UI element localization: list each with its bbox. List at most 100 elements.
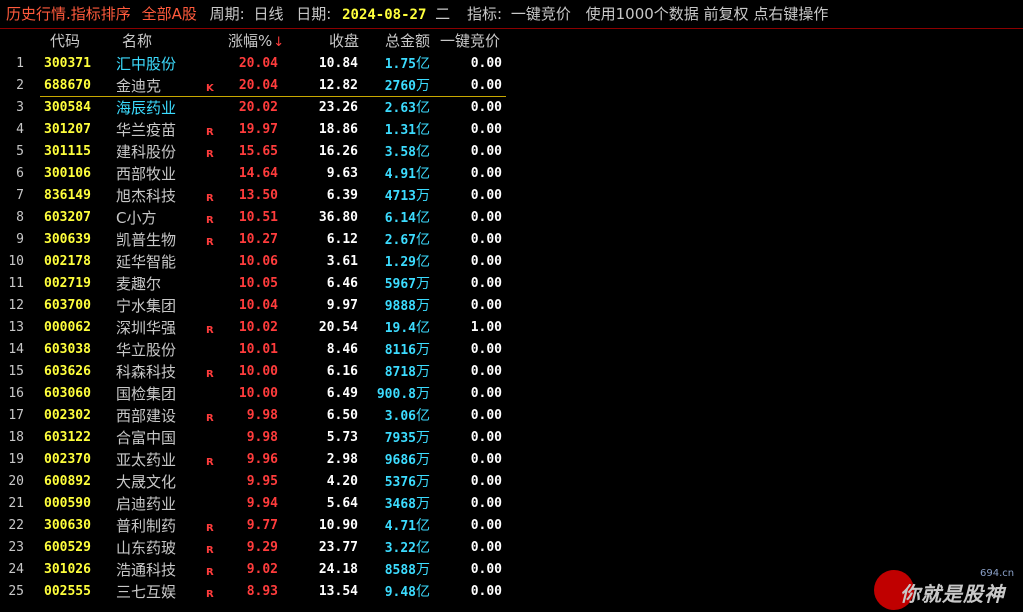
date-label: 日期: <box>296 5 332 23</box>
stock-code: 002302 <box>44 408 91 423</box>
table-row[interactable]: 12 603700 宁水集团 10.04 9.97 9888万 0.00 <box>0 295 1023 317</box>
table-row[interactable]: 10 002178 延华智能 10.06 3.61 1.29亿 0.00 <box>0 251 1023 273</box>
stock-name: C小方 <box>116 209 157 227</box>
period-value[interactable]: 日线 <box>253 0 283 28</box>
amount-unit: 万 <box>416 562 430 578</box>
col-change-label: 涨幅% <box>228 32 273 50</box>
auction-value: 0.00 <box>470 584 502 599</box>
stock-name: 西部牧业 <box>116 165 177 183</box>
table-row[interactable]: 5 301115 建科股份 R 15.65 16.26 3.58亿 0.00 <box>0 141 1023 163</box>
table-row[interactable]: 8 603207 C小方 R 10.51 36.80 6.14亿 0.00 <box>0 207 1023 229</box>
info-text: 使用1000个数据 前复权 点右键操作 <box>585 5 829 23</box>
table-row[interactable]: 13 000062 深圳华强 R 10.02 20.54 19.4亿 1.00 <box>0 317 1023 339</box>
col-name[interactable]: 名称 <box>122 30 152 52</box>
row-index: 22 <box>8 518 24 533</box>
stock-table: 1 300371 汇中股份 20.04 10.84 1.75亿 0.00 2 688670 金迪克… <box>0 53 1023 612</box>
amount-value: 9.48 <box>384 585 416 600</box>
col-auction[interactable]: 一键竞价 <box>440 30 500 52</box>
amount-unit: 万 <box>416 496 430 512</box>
row-index: 25 <box>8 584 24 599</box>
table-row[interactable]: 4 301207 华兰疫苗 R 19.97 18.86 1.31亿 0.00 <box>0 119 1023 141</box>
column-header: 代码 名称 涨幅%↓ 收盘 总金额 一键竞价 <box>0 30 1023 52</box>
change-pct: 9.02 <box>246 562 278 577</box>
close-price: 4.20 <box>326 474 358 489</box>
auction-value: 0.00 <box>470 122 502 137</box>
change-pct: 10.01 <box>238 342 278 357</box>
row-index: 17 <box>8 408 24 423</box>
table-row[interactable]: 21 000590 启迪药业 9.94 5.64 3468万 0.00 <box>0 493 1023 515</box>
amount-value: 3468 <box>384 497 416 512</box>
table-row[interactable]: 15 603626 科森科技 R 10.00 6.16 8718万 0.00 <box>0 361 1023 383</box>
amount-value: 3.06 <box>384 409 416 424</box>
amount-value: 3.22 <box>384 541 416 556</box>
sort-desc-icon: ↓ <box>273 35 285 50</box>
row-index: 19 <box>8 452 24 467</box>
change-pct: 10.00 <box>238 364 278 379</box>
total-amount: 2.67亿 <box>372 229 430 251</box>
amount-unit: 亿 <box>416 540 430 556</box>
table-row[interactable]: 6 300106 西部牧业 14.64 9.63 4.91亿 0.00 <box>0 163 1023 185</box>
amount-unit: 万 <box>416 474 430 490</box>
amount-unit: 万 <box>416 78 430 94</box>
stock-name: 麦趣尔 <box>116 275 162 293</box>
row-index: 6 <box>16 166 24 181</box>
total-amount: 9686万 <box>372 449 430 471</box>
table-row[interactable]: 9 300639 凯普生物 R 10.27 6.12 2.67亿 0.00 <box>0 229 1023 251</box>
change-pct: 14.64 <box>238 166 278 181</box>
table-row[interactable]: 7 836149 旭杰科技 R 13.50 6.39 4713万 0.00 <box>0 185 1023 207</box>
change-pct: 10.06 <box>238 254 278 269</box>
change-pct: 15.65 <box>238 144 278 159</box>
total-amount: 4.71亿 <box>372 515 430 537</box>
col-amount[interactable]: 总金额 <box>385 30 430 52</box>
table-row[interactable]: 23 600529 山东药玻 R 9.29 23.77 3.22亿 0.00 <box>0 537 1023 559</box>
change-pct: 9.98 <box>246 430 278 445</box>
col-close[interactable]: 收盘 <box>329 30 359 52</box>
amount-value: 4713 <box>384 189 416 204</box>
change-pct: 10.05 <box>238 276 278 291</box>
period-label: 周期: <box>209 5 245 23</box>
col-change[interactable]: 涨幅%↓ <box>228 30 284 54</box>
table-row[interactable]: 2 688670 金迪克 K 20.04 12.82 2760万 0.00 <box>0 75 1023 97</box>
table-row[interactable]: 11 002719 麦趣尔 10.05 6.46 5967万 0.00 <box>0 273 1023 295</box>
market-selector[interactable]: 全部A股 <box>142 0 197 28</box>
auction-value: 0.00 <box>470 562 502 577</box>
total-amount: 7935万 <box>372 427 430 449</box>
amount-unit: 万 <box>416 342 430 358</box>
table-row[interactable]: 19 002370 亚太药业 R 9.96 2.98 9686万 0.00 <box>0 449 1023 471</box>
table-row[interactable]: 1 300371 汇中股份 20.04 10.84 1.75亿 0.00 <box>0 53 1023 75</box>
table-row[interactable]: 16 603060 国检集团 10.00 6.49 900.8万 0.00 <box>0 383 1023 405</box>
stock-code: 603700 <box>44 298 91 313</box>
stock-code: 002178 <box>44 254 91 269</box>
stock-name: 深圳华强 <box>116 319 177 337</box>
total-amount: 3.22亿 <box>372 537 430 559</box>
date-value[interactable]: 2024-08-27 <box>342 1 426 28</box>
table-row[interactable]: 20 600892 大晟文化 9.95 4.20 5376万 0.00 <box>0 471 1023 493</box>
amount-unit: 亿 <box>416 232 430 248</box>
col-code[interactable]: 代码 <box>50 30 80 52</box>
change-pct: 10.02 <box>238 320 278 335</box>
amount-value: 5376 <box>384 475 416 490</box>
stock-code: 603122 <box>44 430 91 445</box>
stock-code: 301026 <box>44 562 91 577</box>
table-row[interactable]: 14 603038 华立股份 10.01 8.46 8116万 0.00 <box>0 339 1023 361</box>
auction-value: 0.00 <box>470 78 502 93</box>
close-price: 9.63 <box>326 166 358 181</box>
auction-value: 0.00 <box>470 386 502 401</box>
auction-value: 0.00 <box>470 452 502 467</box>
row-index: 7 <box>16 188 24 203</box>
stock-name: 凯普生物 <box>116 231 177 249</box>
table-row[interactable]: 3 300584 海辰药业 20.02 23.26 2.63亿 0.00 <box>0 97 1023 119</box>
amount-value: 4.91 <box>384 167 416 182</box>
stock-code: 688670 <box>44 78 91 93</box>
total-amount: 19.4亿 <box>372 317 430 339</box>
indicator-value[interactable]: 一键竞价 <box>511 0 571 28</box>
stock-name: 海辰药业 <box>116 99 177 117</box>
table-row[interactable]: 17 002302 西部建设 R 9.98 6.50 3.06亿 0.00 <box>0 405 1023 427</box>
stock-name: 建科股份 <box>116 143 177 161</box>
table-row[interactable]: 18 603122 合富中国 9.98 5.73 7935万 0.00 <box>0 427 1023 449</box>
stock-name: 亚太药业 <box>116 451 177 469</box>
auction-value: 0.00 <box>470 342 502 357</box>
amount-value: 19.4 <box>384 321 416 336</box>
table-row[interactable]: 22 300630 普利制药 R 9.77 10.90 4.71亿 0.00 <box>0 515 1023 537</box>
total-amount: 1.75亿 <box>372 53 430 75</box>
